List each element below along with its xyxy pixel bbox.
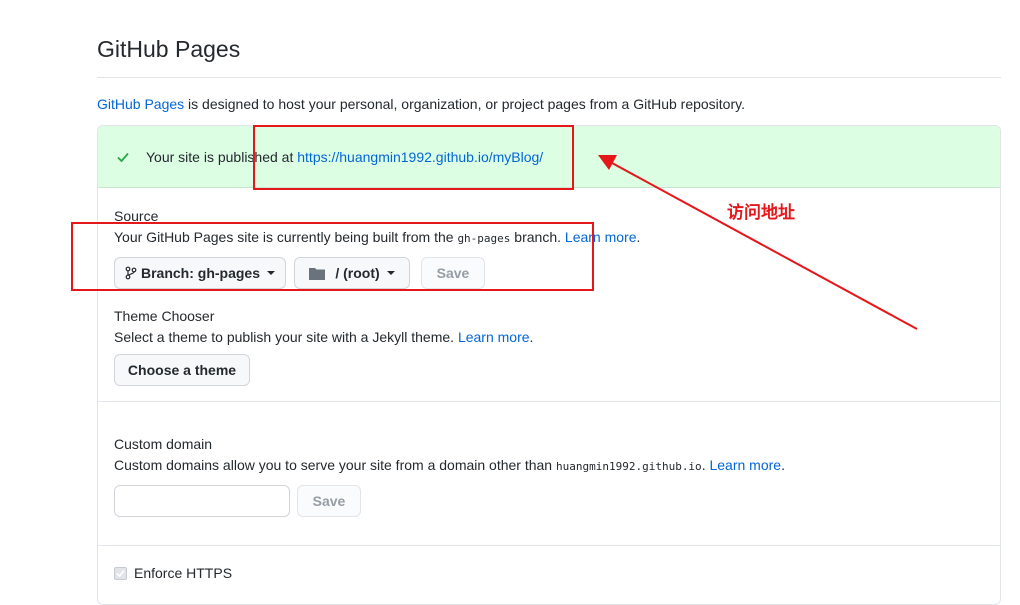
domain-learn-more-link[interactable]: Learn more (709, 457, 781, 473)
domain-save-button[interactable]: Save (297, 485, 361, 517)
theme-learn-more-link[interactable]: Learn more (458, 329, 530, 345)
section-divider (98, 401, 1000, 402)
section-divider (98, 545, 1000, 546)
checkmark-icon (116, 569, 125, 578)
domain-code: huangmin1992.github.io (555, 460, 702, 473)
enforce-https-label: Enforce HTTPS (134, 565, 233, 581)
custom-domain-title: Custom domain (114, 436, 213, 452)
pages-settings-panel: Your site is published at https://huangm… (97, 125, 1001, 605)
intro-text: GitHub Pages is designed to host your pe… (97, 96, 745, 112)
annotation-label: 访问地址 (727, 203, 795, 223)
theme-description: Select a theme to publish your site with… (114, 329, 534, 345)
choose-theme-button[interactable]: Choose a theme (114, 354, 250, 386)
page-title: GitHub Pages (97, 36, 241, 62)
check-icon (117, 152, 129, 163)
annotation-box-source (71, 222, 594, 291)
enforce-https-checkbox[interactable] (114, 567, 127, 580)
title-divider (97, 77, 1001, 78)
custom-domain-description: Custom domains allow you to serve your s… (114, 457, 785, 473)
theme-title: Theme Chooser (114, 308, 215, 324)
github-pages-link[interactable]: GitHub Pages (97, 96, 184, 112)
custom-domain-input[interactable] (114, 485, 290, 517)
intro-description: is designed to host your personal, organ… (184, 96, 745, 112)
annotation-box-url (253, 125, 574, 190)
